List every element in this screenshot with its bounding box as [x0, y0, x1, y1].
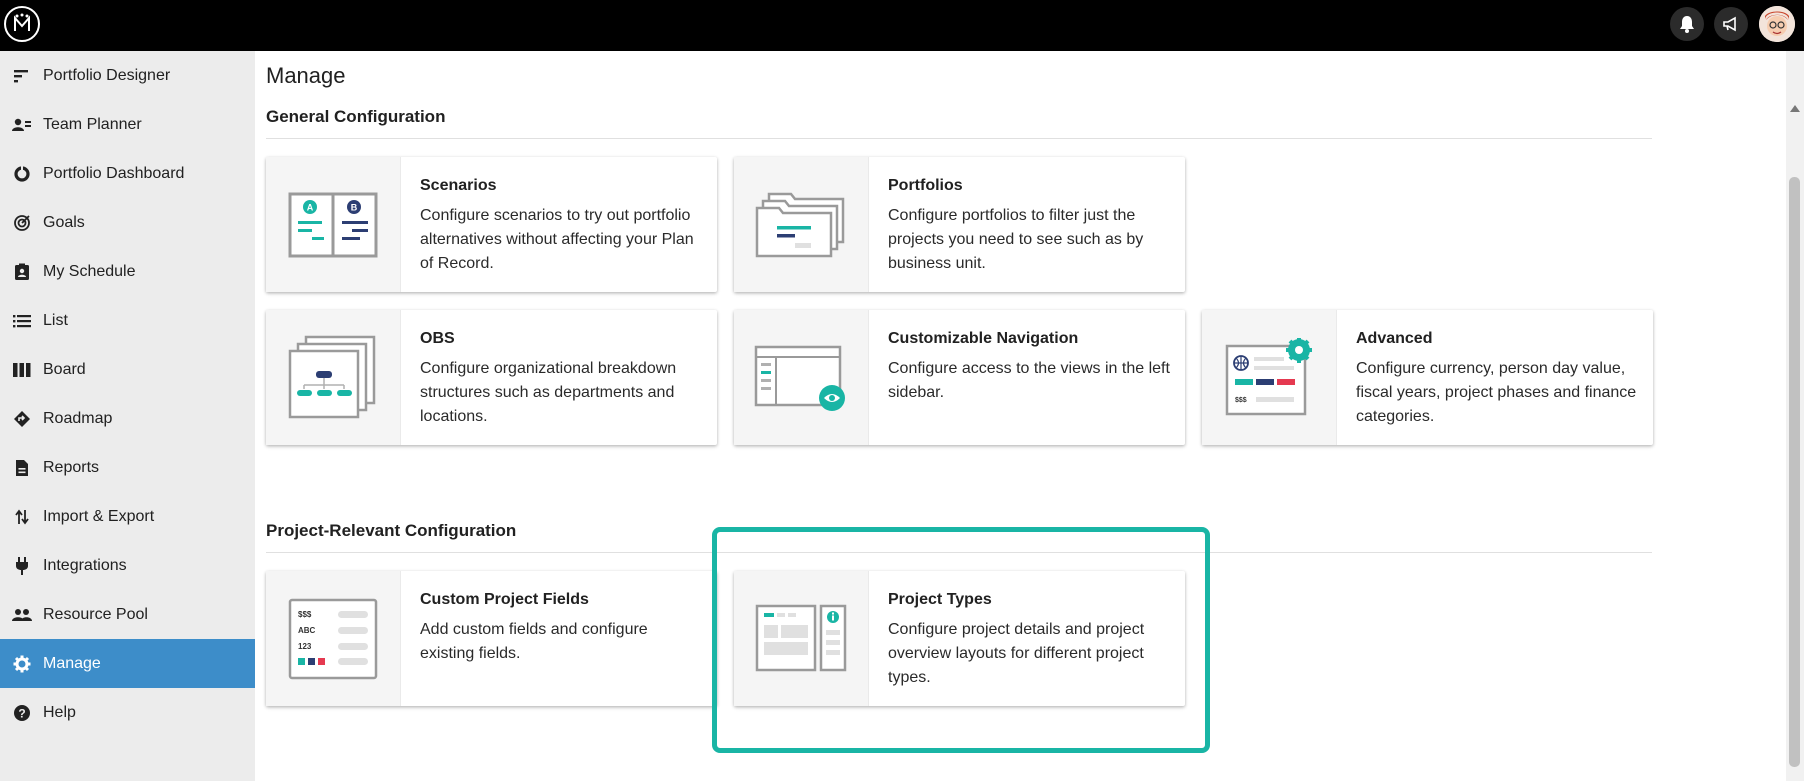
card-scenarios[interactable]: A B Scenarios Configure scenarios to try…: [266, 157, 717, 292]
gear-icon: [12, 654, 32, 674]
sidebar-item-integrations[interactable]: Integrations: [0, 541, 255, 590]
sidebar-item-label: Portfolio Dashboard: [43, 164, 185, 182]
sidebar-item-label: My Schedule: [43, 262, 136, 280]
sidebar-item-label: Manage: [43, 654, 101, 672]
top-bar: [0, 0, 1804, 51]
section-divider: [266, 138, 1652, 139]
portfolios-illustration: [734, 157, 869, 292]
sidebar-item-reports[interactable]: Reports: [0, 443, 255, 492]
logo-icon: [14, 13, 30, 31]
sidebar-item-my-schedule[interactable]: My Schedule: [0, 247, 255, 296]
card-title: Custom Project Fields: [420, 591, 589, 608]
sidebar-item-label: Board: [43, 360, 86, 378]
scroll-up-arrow-icon[interactable]: [1790, 105, 1800, 112]
sidebar-item-label: Integrations: [43, 556, 127, 574]
list-icon: [12, 311, 32, 331]
scrollbar-thumb[interactable]: [1789, 177, 1800, 767]
app-logo[interactable]: [4, 6, 40, 42]
navigation-illustration: [734, 310, 869, 445]
card-custom-project-fields[interactable]: $$$ ABC 123 Custom Project Fields Add cu…: [266, 571, 717, 706]
card-advanced[interactable]: $$$ Advanced Configure currency, person …: [1202, 310, 1653, 445]
svg-text:$$$: $$$: [1235, 397, 1247, 404]
card-description: Configure scenarios to try out portfolio…: [420, 207, 694, 272]
announcements-button[interactable]: [1714, 7, 1748, 41]
resource-pool-icon: [12, 605, 32, 625]
card-title: Portfolios: [888, 177, 963, 194]
custom-fields-illustration: $$$ ABC 123: [266, 571, 401, 706]
sidebar-item-label: Resource Pool: [43, 605, 148, 623]
card-description: Add custom fields and configure existing…: [420, 621, 648, 662]
card-customizable-navigation[interactable]: Customizable Navigation Configure access…: [734, 310, 1185, 445]
sidebar-item-help[interactable]: ? Help: [0, 688, 255, 737]
sidebar-item-label: Roadmap: [43, 409, 113, 427]
notifications-button[interactable]: [1670, 7, 1704, 41]
schedule-icon: [12, 262, 32, 282]
obs-illustration: [266, 310, 401, 445]
bell-icon: [1680, 16, 1694, 33]
card-title: Customizable Navigation: [888, 330, 1079, 347]
user-avatar-icon: [1759, 6, 1795, 42]
card-title: Scenarios: [420, 177, 497, 194]
svg-text:123: 123: [298, 642, 312, 651]
card-description: Configure access to the views in the lef…: [888, 360, 1170, 401]
card-description: Configure portfolios to filter just the …: [888, 207, 1144, 272]
sidebar-item-board[interactable]: Board: [0, 345, 255, 394]
card-obs[interactable]: OBS Configure organizational breakdown s…: [266, 310, 717, 445]
sidebar-item-portfolio-designer[interactable]: Portfolio Designer: [0, 51, 255, 100]
sidebar-item-goals[interactable]: Goals: [0, 198, 255, 247]
import-export-icon: [12, 507, 32, 527]
sidebar-item-label: Portfolio Designer: [43, 66, 171, 84]
card-title: OBS: [420, 330, 455, 347]
advanced-illustration: $$$: [1202, 310, 1337, 445]
roadmap-icon: [12, 409, 32, 429]
card-portfolios[interactable]: Portfolios Configure portfolios to filte…: [734, 157, 1185, 292]
card-description: Configure organizational breakdown struc…: [420, 360, 677, 425]
sidebar-item-label: Reports: [43, 458, 100, 476]
svg-text:$$$: $$$: [298, 610, 312, 619]
highlight-box: [712, 527, 1210, 753]
scrollbar[interactable]: [1786, 51, 1804, 781]
sidebar-item-import-export[interactable]: Import & Export: [0, 492, 255, 541]
avatar[interactable]: [1759, 6, 1795, 42]
page-title: Manage: [266, 63, 346, 88]
sidebar-item-label: Goals: [43, 213, 85, 231]
scenarios-illustration: A B: [266, 157, 401, 292]
sidebar-item-portfolio-dashboard[interactable]: Portfolio Dashboard: [0, 149, 255, 198]
team-planner-icon: [12, 115, 32, 135]
card-description: Configure currency, person day value, fi…: [1356, 360, 1637, 425]
integrations-icon: [12, 556, 32, 576]
sidebar-item-manage[interactable]: Manage: [0, 639, 255, 688]
sidebar: Portfolio Designer Team Planner Portfoli…: [0, 51, 255, 781]
svg-text:ABC: ABC: [298, 626, 316, 635]
portfolio-designer-icon: [12, 66, 32, 86]
dashboard-icon: [12, 164, 32, 184]
section-title-project: Project-Relevant Configuration: [266, 521, 517, 540]
card-title: Advanced: [1356, 330, 1433, 347]
sidebar-item-list[interactable]: List: [0, 296, 255, 345]
goals-icon: [12, 213, 32, 233]
svg-text:A: A: [307, 202, 314, 212]
sidebar-item-team-planner[interactable]: Team Planner: [0, 100, 255, 149]
sidebar-item-resource-pool[interactable]: Resource Pool: [0, 590, 255, 639]
sidebar-item-label: Help: [43, 703, 76, 721]
help-icon: ?: [12, 703, 32, 723]
reports-icon: [12, 458, 32, 478]
sidebar-item-label: Team Planner: [43, 115, 142, 133]
sidebar-item-roadmap[interactable]: Roadmap: [0, 394, 255, 443]
board-icon: [12, 360, 32, 380]
svg-text:?: ?: [18, 706, 25, 720]
sidebar-item-label: List: [43, 311, 68, 329]
svg-text:B: B: [351, 202, 358, 212]
section-title-general: General Configuration: [266, 107, 446, 126]
megaphone-icon: [1723, 16, 1736, 32]
sidebar-item-label: Import & Export: [43, 507, 155, 525]
